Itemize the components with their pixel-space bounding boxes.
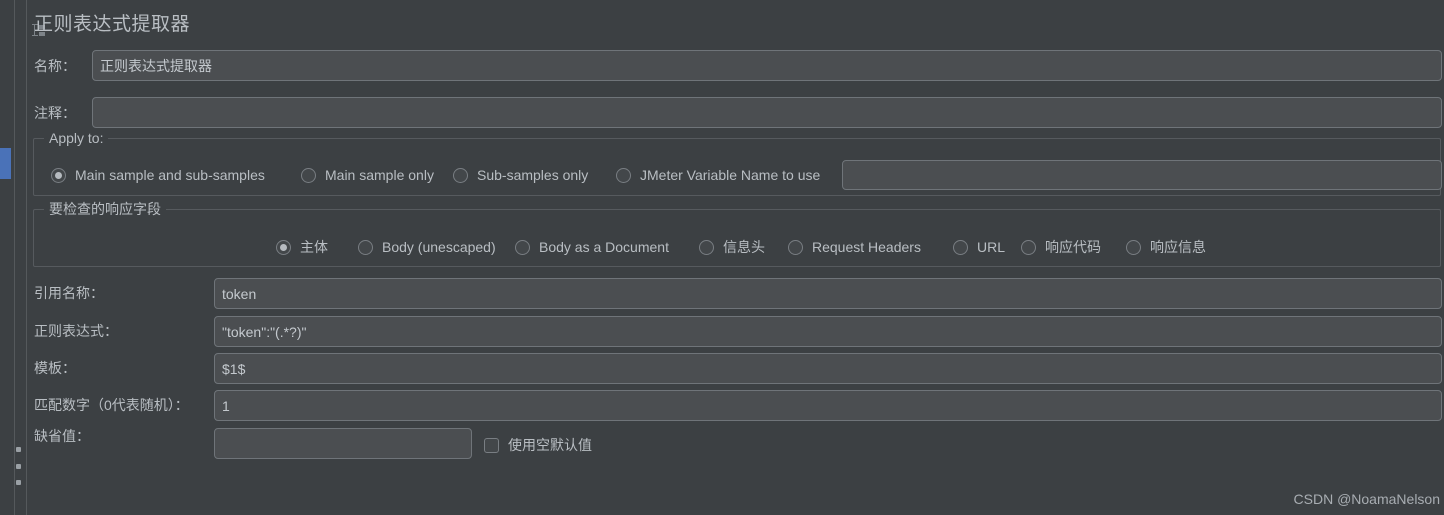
left-gutter [0, 0, 28, 515]
radio-icon [1021, 239, 1036, 255]
radio-label: 响应代码 [1045, 239, 1101, 255]
radio-icon [953, 239, 968, 255]
radio-icon [788, 239, 803, 255]
splitter-drag-handle[interactable] [14, 447, 22, 485]
radio-icon [1126, 239, 1141, 255]
radio-body-unescaped[interactable]: Body (unescaped) [358, 239, 496, 255]
checkbox-icon [484, 437, 499, 453]
radio-label: Main sample only [325, 167, 434, 183]
extractor-panel: 正则表达式提取器 名称： 注释： Apply to: Main sample a… [28, 0, 1444, 515]
radio-icon [358, 239, 373, 255]
radio-label: Main sample and sub-samples [75, 167, 265, 183]
regex-label: 正则表达式： [34, 323, 118, 339]
radio-icon [276, 239, 291, 255]
splitter-line-inner [26, 0, 27, 515]
radio-label: Sub-samples only [477, 167, 589, 183]
radio-icon [515, 239, 530, 255]
drag-dot [15, 480, 21, 485]
match-number-label: 匹配数字（0代表随机）： [34, 397, 189, 413]
radio-jmeter-variable-name[interactable]: JMeter Variable Name to use [616, 167, 820, 183]
name-input[interactable] [92, 50, 1442, 81]
comment-label: 注释： [34, 105, 76, 121]
apply-to-legend: Apply to: [44, 130, 109, 146]
response-field-group: 要检查的响应字段 [33, 201, 1441, 267]
radio-icon [301, 167, 316, 183]
match-number-input[interactable] [214, 390, 1442, 421]
radio-request-headers[interactable]: Request Headers [788, 239, 921, 255]
splitter-line-outer [14, 0, 15, 515]
radio-label: 信息头 [723, 239, 765, 255]
drag-dot [15, 447, 21, 452]
radio-icon [616, 167, 631, 183]
radio-icon [699, 239, 714, 255]
selection-marker [0, 148, 11, 179]
checkbox-label: 使用空默认值 [508, 437, 592, 453]
page-title: 正则表达式提取器 [34, 14, 191, 35]
use-empty-default-checkbox[interactable]: 使用空默认值 [484, 437, 592, 453]
default-value-input[interactable] [214, 428, 472, 459]
radio-body[interactable]: 主体 [276, 239, 328, 255]
radio-main-sample-and-sub-samples[interactable]: Main sample and sub-samples [51, 167, 265, 183]
reference-name-input[interactable] [214, 278, 1442, 309]
regex-extractor-window: 正则表达式提取器 名称： 注释： Apply to: Main sample a… [0, 0, 1444, 515]
radio-response-message[interactable]: 响应信息 [1126, 239, 1206, 255]
radio-url[interactable]: URL [953, 239, 1005, 255]
radio-icon [453, 167, 468, 183]
radio-icon [51, 167, 66, 183]
radio-info-headers[interactable]: 信息头 [699, 239, 765, 255]
radio-label: JMeter Variable Name to use [640, 167, 821, 183]
radio-response-code[interactable]: 响应代码 [1021, 239, 1101, 255]
name-label: 名称： [34, 58, 76, 74]
template-input[interactable] [214, 353, 1442, 384]
regex-input[interactable] [214, 316, 1442, 347]
radio-label: Body (unescaped) [382, 239, 496, 255]
radio-sub-samples-only[interactable]: Sub-samples only [453, 167, 588, 183]
watermark-text: CSDN @NoamaNelson [1293, 491, 1440, 507]
radio-label: Request Headers [812, 239, 921, 255]
drag-dot [15, 463, 21, 469]
radio-main-sample-only[interactable]: Main sample only [301, 167, 434, 183]
radio-label: 主体 [300, 239, 328, 255]
radio-body-as-a-document[interactable]: Body as a Document [515, 239, 669, 255]
default-value-label: 缺省值： [34, 428, 90, 444]
template-label: 模板： [34, 360, 76, 376]
radio-label: URL [977, 239, 1006, 255]
response-field-legend: 要检查的响应字段 [44, 201, 166, 217]
radio-label: 响应信息 [1150, 239, 1206, 255]
comment-input[interactable] [92, 97, 1442, 128]
radio-label: Body as a Document [539, 239, 669, 255]
reference-name-label: 引用名称： [34, 285, 104, 301]
jmeter-variable-name-input[interactable] [842, 160, 1442, 190]
